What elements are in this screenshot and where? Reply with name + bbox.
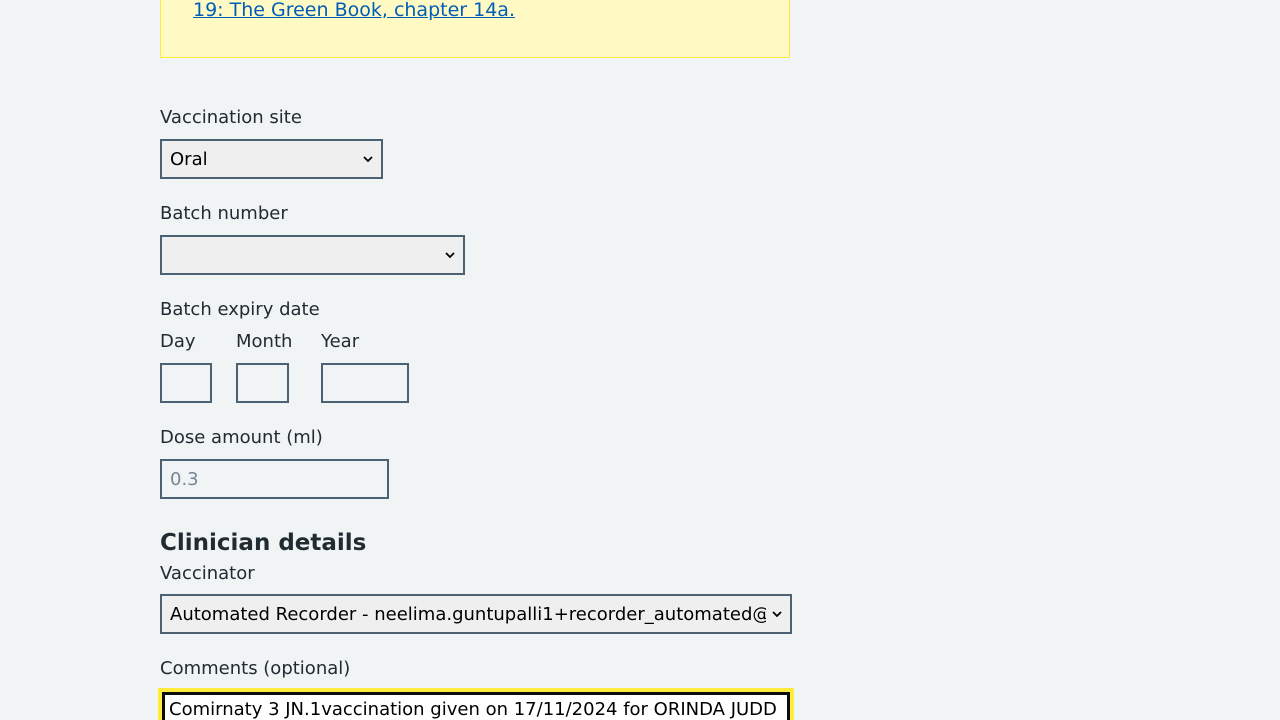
vaccination-form-page: 19: The Green Book, chapter 14a. Vaccina… xyxy=(0,0,1280,720)
comments-textarea[interactable]: Comirnaty 3 JN.1vaccination given on 17/… xyxy=(162,692,790,720)
chevron-down-icon xyxy=(772,611,782,618)
comments-focus-ring: Comirnaty 3 JN.1vaccination given on 17/… xyxy=(158,688,794,720)
dose-amount-placeholder: 0.3 xyxy=(170,468,199,490)
expiry-year-label: Year xyxy=(321,331,360,352)
info-callout: 19: The Green Book, chapter 14a. xyxy=(160,0,790,58)
expiry-month-label: Month xyxy=(236,331,293,352)
batch-expiry-label: Batch expiry date xyxy=(160,299,320,320)
vaccination-site-label: Vaccination site xyxy=(160,107,302,128)
dose-amount-label: Dose amount (ml) xyxy=(160,427,323,448)
dose-amount-input[interactable]: 0.3 xyxy=(160,459,389,499)
vaccination-site-value: Oral xyxy=(170,148,208,170)
chevron-down-icon xyxy=(363,156,373,163)
clinician-details-heading: Clinician details xyxy=(160,530,367,556)
vaccinator-value: Automated Recorder - neelima.guntupalli1… xyxy=(170,603,766,625)
expiry-day-input[interactable] xyxy=(160,363,212,403)
batch-number-label: Batch number xyxy=(160,203,288,224)
comments-label: Comments (optional) xyxy=(160,658,351,679)
vaccinator-label: Vaccinator xyxy=(160,563,255,584)
expiry-year-input[interactable] xyxy=(321,363,409,403)
green-book-link[interactable]: 19: The Green Book, chapter 14a. xyxy=(193,0,515,21)
chevron-down-icon xyxy=(445,252,455,259)
vaccinator-select[interactable]: Automated Recorder - neelima.guntupalli1… xyxy=(160,594,792,634)
expiry-month-input[interactable] xyxy=(236,363,289,403)
expiry-day-label: Day xyxy=(160,331,196,352)
vaccination-site-select[interactable]: Oral xyxy=(160,139,383,179)
batch-number-select[interactable] xyxy=(160,235,465,275)
